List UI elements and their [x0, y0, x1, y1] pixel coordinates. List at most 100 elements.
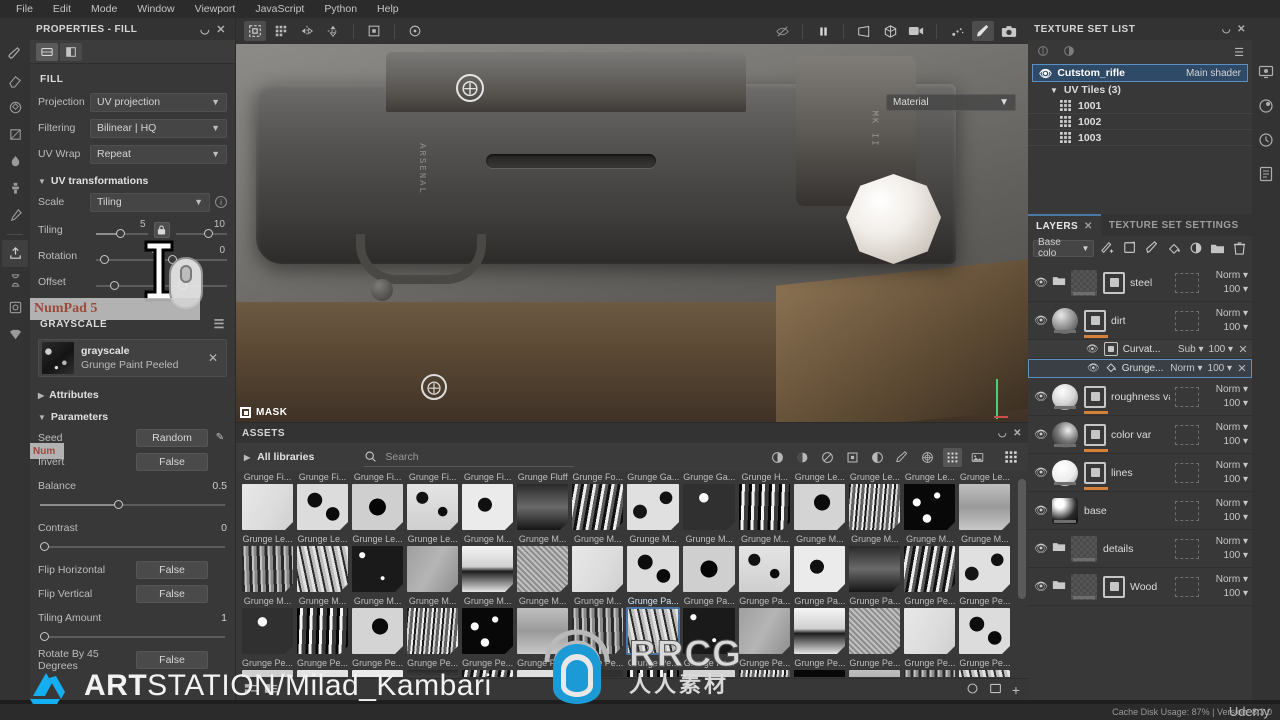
eye-icon[interactable]: 👁: [1034, 466, 1048, 479]
offset-slider-a[interactable]: [96, 272, 159, 292]
add-asset-icon[interactable]: +: [1012, 682, 1020, 698]
filter-grunge-icon[interactable]: [943, 447, 962, 467]
asset-item[interactable]: Grunge Fi...: [350, 471, 405, 533]
tiling-slider-a[interactable]: 5: [96, 219, 148, 240]
uv-preview-icon[interactable]: [244, 21, 266, 41]
layer-effect-slot[interactable]: [1175, 538, 1199, 559]
polygon-fill-tool-icon[interactable]: [2, 121, 28, 148]
eye-icon[interactable]: 👁: [1034, 504, 1048, 517]
asset-item[interactable]: Grunge Le...: [957, 471, 1012, 533]
contrast-slider[interactable]: [40, 541, 225, 553]
rotation-slider-a[interactable]: 0: [96, 245, 159, 266]
video-capture-icon[interactable]: [905, 21, 927, 41]
asset-item[interactable]: Grunge Pe...: [957, 595, 1012, 657]
grayscale-remove-icon[interactable]: ✕: [208, 351, 223, 365]
asset-item[interactable]: Grunge H...: [737, 471, 792, 533]
add-mask-icon[interactable]: [1188, 240, 1204, 256]
layer-effect-blend[interactable]: Sub ▾: [1178, 344, 1204, 355]
shader-settings-icon[interactable]: [1256, 96, 1276, 116]
layer-mask-wrap[interactable]: [1084, 385, 1108, 414]
asset-item[interactable]: Grunge Fi...: [295, 471, 350, 533]
offset-slider-b[interactable]: [164, 272, 227, 292]
uv-tiles-group[interactable]: ▼ UV Tiles (3): [1028, 82, 1252, 98]
paint-mode-icon[interactable]: [972, 21, 994, 41]
close-icon[interactable]: ✕: [1237, 362, 1247, 375]
asset-item[interactable]: Grunge Le...: [792, 471, 847, 533]
asset-item[interactable]: Grunge Pa...: [792, 595, 847, 657]
layer-opacity[interactable]: 100 ▾: [1224, 398, 1248, 409]
layer-effect-slot[interactable]: [1175, 576, 1199, 597]
rotate-environment-icon[interactable]: [404, 21, 426, 41]
projection-tool-icon[interactable]: [2, 94, 28, 121]
layer-effect-slot[interactable]: [1175, 462, 1199, 483]
asset-item[interactable]: Grunge M...: [902, 533, 957, 595]
layer-effect-opacity[interactable]: 100 ▾: [1209, 344, 1233, 355]
layer-opacity[interactable]: 100 ▾: [1224, 474, 1248, 485]
filter-smartmaterial-icon[interactable]: [818, 448, 837, 467]
layer-effect-slot[interactable]: [1175, 310, 1199, 331]
asset-item[interactable]: Grunge M...: [625, 533, 681, 595]
delete-layer-icon[interactable]: [1231, 240, 1247, 256]
bake-tool-icon[interactable]: [2, 267, 28, 294]
layer-row[interactable]: 👁 steel Norm ▾ 100 ▾: [1028, 264, 1252, 302]
layer-opacity[interactable]: 100 ▾: [1224, 436, 1248, 447]
filtering-dropdown[interactable]: Bilinear | HQ ▼: [90, 118, 227, 138]
layer-row[interactable]: 👁 Wood Norm ▾ 100 ▾: [1028, 568, 1252, 606]
grayscale-menu-icon[interactable]: ☰: [214, 317, 225, 331]
layers-list[interactable]: 👁 steel Norm ▾ 100 ▾ 👁 dirt Norm ▾ 100 ▾ 👁 Curvat…: [1028, 264, 1252, 636]
asset-item[interactable]: Grunge M...: [460, 595, 515, 657]
screenshot-icon[interactable]: [998, 21, 1020, 41]
asset-item[interactable]: Grunge M...: [460, 533, 515, 595]
layer-blend-mode[interactable]: Norm ▾: [1216, 536, 1248, 547]
texture-set-grid-icon[interactable]: [270, 21, 292, 41]
filter-alpha-icon[interactable]: [868, 448, 887, 467]
asset-item[interactable]: Grunge Fluff: [515, 471, 570, 533]
layer-effect-slot[interactable]: [1175, 386, 1199, 407]
asset-item[interactable]: Grunge M...: [847, 533, 902, 595]
layer-blend-mode[interactable]: Norm ▾: [1216, 460, 1248, 471]
hide-overlays-icon[interactable]: [771, 21, 793, 41]
layer-row[interactable]: 👁 color var Norm ▾ 100 ▾: [1028, 416, 1252, 454]
asset-item[interactable]: Grunge Fo...: [570, 471, 625, 533]
log-icon[interactable]: [1256, 164, 1276, 184]
asset-item[interactable]: Grunge Pe...: [792, 657, 847, 677]
menu-item-python[interactable]: Python: [314, 0, 367, 18]
menu-item-edit[interactable]: Edit: [43, 0, 81, 18]
display-settings-icon[interactable]: [1256, 62, 1276, 82]
projection-dropdown[interactable]: UV projection ▼: [90, 92, 227, 112]
asset-item[interactable]: Grunge Ga...: [625, 471, 681, 533]
uv-transformations-header[interactable]: ▼ UV transformations: [30, 169, 235, 191]
assets-search[interactable]: Search: [364, 448, 575, 467]
eraser-tool-icon[interactable]: [2, 67, 28, 94]
show-all-icon[interactable]: [1036, 44, 1050, 61]
layer-mask-wrap[interactable]: [1084, 423, 1108, 452]
menu-item-window[interactable]: Window: [127, 0, 184, 18]
eye-icon[interactable]: 👁: [1034, 428, 1048, 441]
channel-selector[interactable]: Base colo ▼: [1033, 237, 1095, 259]
layer-blend-mode[interactable]: Norm ▾: [1216, 422, 1248, 433]
tab-texture-set-settings[interactable]: TEXTURE SET SETTINGS: [1101, 214, 1247, 236]
edit-pencil-icon[interactable]: ✎: [213, 432, 227, 443]
particles-icon[interactable]: [946, 21, 968, 41]
layer-effect-slot[interactable]: [1175, 272, 1199, 293]
grayscale-source-card[interactable]: grayscale Grunge Paint Peeled ✕: [38, 339, 227, 377]
asset-item[interactable]: Grunge Le...: [405, 533, 460, 595]
properties-close-icon[interactable]: ✕: [213, 21, 229, 37]
layer-effect-slot[interactable]: [1175, 500, 1199, 521]
texture-set-float-icon[interactable]: ◡: [1216, 24, 1237, 35]
properties-float-icon[interactable]: ◡: [197, 21, 213, 37]
asset-item[interactable]: Grunge Pe...: [847, 657, 902, 677]
pause-engine-icon[interactable]: [812, 21, 834, 41]
tab-layers[interactable]: LAYERS ✕: [1028, 214, 1101, 236]
layer-effect-blend[interactable]: Norm ▾: [1170, 363, 1202, 374]
layer-opacity[interactable]: 100 ▾: [1224, 588, 1248, 599]
uv-tile-1002[interactable]: 1002: [1028, 114, 1252, 130]
asset-item[interactable]: Grunge Fi...: [460, 471, 515, 533]
transform-gizmo-top[interactable]: ⨁: [456, 74, 484, 102]
new-folder-icon[interactable]: [989, 682, 1002, 698]
hide-others-icon[interactable]: [1062, 44, 1076, 61]
filter-environment-icon[interactable]: [968, 448, 987, 467]
render-tool-icon[interactable]: [2, 294, 28, 321]
asset-item[interactable]: Grunge Pe...: [957, 657, 1012, 677]
asset-item[interactable]: Grunge Pa...: [737, 595, 792, 657]
